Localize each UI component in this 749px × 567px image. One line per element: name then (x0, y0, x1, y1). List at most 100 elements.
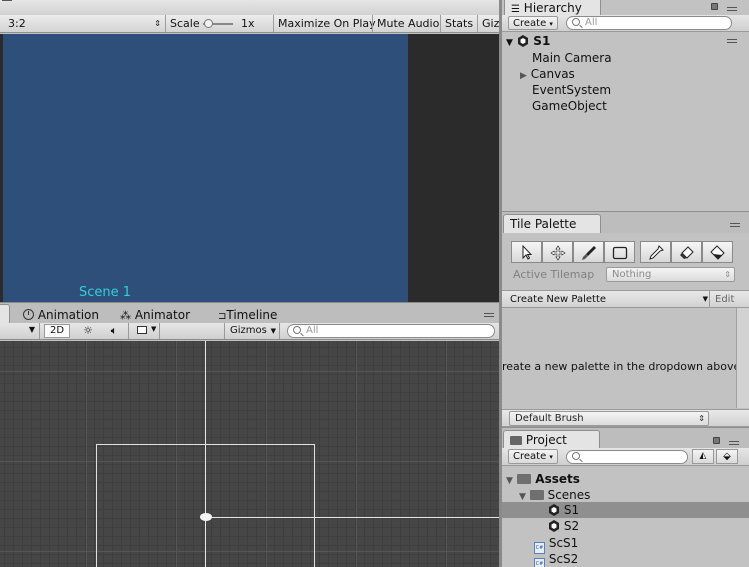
project-lock-icon[interactable] (713, 437, 720, 444)
tab-timeline-label: Timeline (226, 308, 278, 322)
dropdown-arrow-icon: ▼ (28, 325, 35, 334)
hierarchy-menu-icon[interactable] (727, 7, 737, 14)
transform-gizmo-icon[interactable] (200, 513, 212, 521)
project-scene-file-s1[interactable]: S1 (548, 502, 579, 518)
expand-arrow-icon[interactable]: ▶ (520, 71, 527, 81)
effects-toggle-icon[interactable]: ▼ (128, 323, 160, 339)
search-icon (293, 326, 301, 334)
scenes-label: Scenes (547, 488, 591, 502)
expand-arrow-icon[interactable]: ▼ (519, 492, 526, 502)
hierarchy-search-input[interactable]: All (566, 16, 732, 30)
stats-button[interactable]: Stats (440, 15, 477, 32)
lock-icon[interactable] (711, 3, 718, 10)
dropdown-arrow-icon: ▾ (549, 20, 553, 28)
palette-area[interactable] (502, 308, 749, 408)
scene-root-item[interactable]: ▼ S1 (506, 33, 550, 49)
aspect-label: 3:2 (8, 17, 26, 30)
camera-bounds-rect (96, 444, 315, 567)
project-scenes-folder[interactable]: ▼ Scenes (519, 487, 590, 503)
maximize-on-play-button[interactable]: Maximize On Play (273, 15, 380, 32)
scene-label-text: Scene 1 (79, 285, 132, 300)
scale-value: 1x (241, 17, 255, 30)
hierarchy-create-button[interactable]: Create ▾ (508, 16, 558, 30)
clock-icon (23, 309, 34, 320)
filter-by-label-icon[interactable]: ⬙ (716, 449, 738, 464)
scale-control[interactable]: Scale 1x (165, 15, 273, 32)
aspect-dropdown[interactable]: 3:2 ⇕ (4, 15, 164, 32)
tab-timeline[interactable]: ⊐Timeline (211, 304, 286, 324)
tab-project[interactable]: Project (503, 430, 600, 449)
tab-animator[interactable]: ⁂ Animator (113, 304, 199, 324)
palette-dropdown[interactable]: Create New Palette ▼ (508, 292, 708, 307)
mode-2d-toggle[interactable]: 2D (44, 324, 70, 338)
scale-label: Scale (170, 17, 200, 30)
select-tool-button[interactable] (511, 241, 542, 263)
tab-scene[interactable] (0, 304, 10, 323)
project-script-scs1[interactable]: C# ScS1 (534, 535, 578, 554)
hierarchy-item-main-camera[interactable]: Main Camera (532, 50, 612, 66)
dropdown-arrows-icon: ⇕ (154, 19, 161, 28)
game-canvas[interactable]: Scene 1 (3, 34, 408, 302)
move-tool-button[interactable] (542, 241, 573, 263)
tab-tile-palette[interactable]: Tile Palette (503, 214, 601, 233)
folder-icon (510, 436, 522, 445)
palette-edit-button[interactable]: Edit (709, 291, 739, 308)
hierarchy-item-canvas[interactable]: ▶ Canvas (520, 66, 575, 82)
folder-icon (529, 490, 544, 500)
scene-viewport[interactable] (0, 341, 499, 567)
eyedropper-tool-button[interactable] (640, 241, 671, 263)
active-tilemap-value: Nothing (612, 269, 652, 280)
scene-name: S1 (533, 34, 551, 48)
dropdown-arrow-icon: ▾ (549, 453, 553, 461)
tab-hierarchy[interactable]: ☰ Hierarchy (504, 0, 601, 15)
project-tab-label: Project (525, 433, 567, 447)
scene-search-input[interactable]: All (287, 324, 495, 338)
expand-arrow-icon[interactable]: ▼ (506, 38, 513, 48)
project-search-input[interactable] (566, 450, 688, 464)
box-fill-tool-button[interactable] (604, 241, 635, 263)
scene-file-label: S1 (563, 503, 580, 517)
gizmos-dropdown[interactable]: Gizmos ▼ (224, 323, 280, 339)
brush-toolbar: Default Brush ⇕ (502, 409, 749, 427)
selected-row-highlight (502, 502, 749, 518)
filter-by-type-icon[interactable]: ◭ (692, 449, 714, 464)
tile-palette-menu-icon[interactable] (730, 223, 740, 230)
csharp-script-icon: C# (534, 558, 545, 567)
hierarchy-item-event-system[interactable]: EventSystem (532, 82, 611, 98)
project-scene-file-s2[interactable]: S2 (548, 518, 579, 534)
hierarchy-item-game-object[interactable]: GameObject (532, 98, 607, 114)
folder-icon (517, 474, 532, 484)
scene-search-placeholder: All (306, 325, 319, 336)
dropdown-arrows-icon: ⇕ (698, 414, 705, 423)
paint-brush-tool-button[interactable] (573, 241, 604, 263)
scale-slider-thumb[interactable] (204, 19, 213, 28)
shading-mode-dropdown[interactable]: ▼ (0, 323, 40, 339)
hierarchy-toolbar: Create ▾ All (502, 15, 749, 32)
panel-menu-icon[interactable] (0, 0, 14, 7)
gizmos-label: Gizmos (230, 325, 267, 336)
tab-animation[interactable]: Animation (16, 304, 108, 324)
audio-toggle-icon[interactable]: 🔈︎ (102, 323, 126, 339)
project-menu-icon[interactable] (729, 441, 739, 448)
hierarchy-tab-label: Hierarchy (523, 1, 582, 15)
active-tilemap-dropdown[interactable]: Nothing ⇕ (606, 267, 735, 282)
unity-scene-icon (517, 35, 529, 47)
canvas-label: Canvas (530, 67, 575, 81)
palette-empty-message: reate a new palette in the dropdown abov… (502, 360, 741, 373)
lighting-toggle-icon[interactable]: ☼ (76, 323, 100, 339)
eraser-tool-button[interactable] (671, 241, 702, 263)
mute-audio-button[interactable]: Mute Audio (372, 15, 443, 32)
hierarchy-icon: ☰ (511, 4, 520, 15)
project-assets-folder[interactable]: ▼ Assets (506, 471, 580, 487)
brush-dropdown[interactable]: Default Brush ⇕ (509, 411, 709, 426)
expand-arrow-icon[interactable]: ▼ (506, 476, 513, 486)
flood-fill-tool-button[interactable] (702, 241, 733, 263)
scene-view-toolbar: ▼ 2D ☼ 🔈︎ ▼ Gizmos ▼ All (0, 323, 499, 340)
project-script-scs2[interactable]: C# ScS2 (534, 551, 578, 567)
tile-palette-scrollbar[interactable] (736, 308, 749, 408)
bottom-panel-menu-icon[interactable] (484, 313, 494, 320)
unity-scene-icon (548, 520, 560, 532)
scene-item-menu-icon[interactable] (727, 39, 737, 46)
project-create-button[interactable]: Create ▾ (508, 449, 558, 464)
scene-file-label: S2 (563, 519, 580, 533)
